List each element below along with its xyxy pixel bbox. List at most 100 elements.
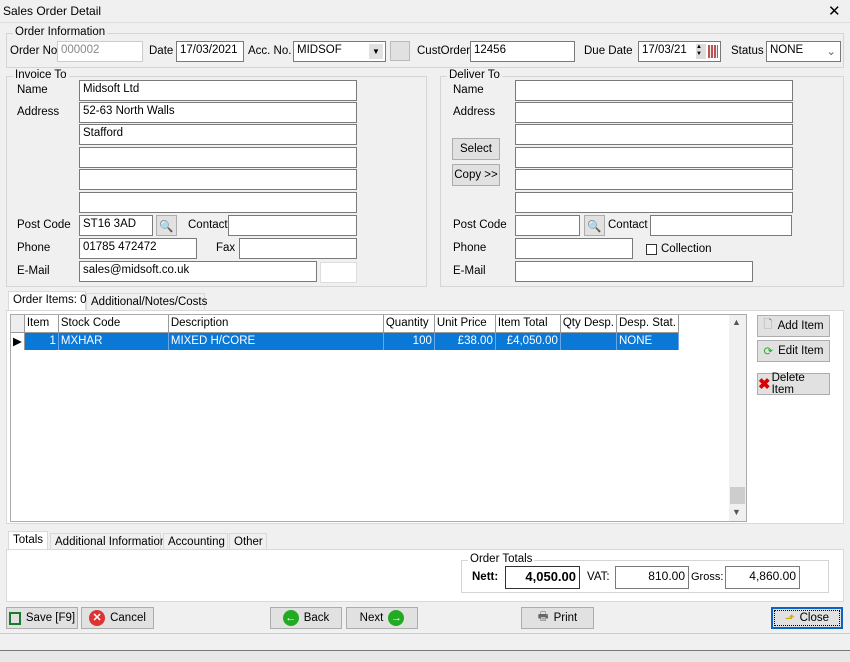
arrow-left-icon: ← [282, 610, 299, 626]
window-title: Sales Order Detail [3, 4, 102, 18]
cancel-button[interactable]: ✕ Cancel [81, 607, 154, 629]
invoice-contact-field[interactable] [228, 215, 357, 236]
status-label: Status [731, 45, 764, 57]
search-icon[interactable]: 🔍 [156, 215, 177, 236]
add-item-label: Add Item [777, 320, 824, 332]
print-button[interactable]: 🖶 Print [521, 607, 594, 629]
invoice-address-4[interactable] [79, 169, 357, 190]
tab-totals[interactable]: Totals [8, 531, 48, 551]
phone-label: Phone [17, 242, 51, 254]
delete-item-button[interactable]: ✖ Delete Item [757, 372, 830, 396]
status-select[interactable]: NONE ⌄ [766, 41, 841, 62]
order-no-label: Order No. [10, 45, 61, 57]
next-button[interactable]: Next → [346, 607, 418, 629]
postcode-label: Post Code [453, 219, 507, 231]
close-button[interactable]: ⬏ Close [771, 607, 843, 629]
deliver-email-field[interactable] [515, 261, 753, 282]
deliver-address-2[interactable] [515, 124, 793, 145]
edit-item-label: Edit Item [778, 345, 824, 357]
date-field[interactable]: 17/03/2021 [176, 41, 244, 62]
column-header[interactable]: Item [24, 315, 59, 333]
add-item-button[interactable]: 🗋 Add Item [757, 315, 830, 337]
deliver-name-field[interactable] [515, 80, 793, 101]
collection-label: Collection [661, 243, 712, 255]
deliver-postcode-field[interactable] [515, 215, 580, 236]
invoice-email-field[interactable]: sales@midsoft.co.uk [79, 261, 317, 282]
table-cell[interactable]: £4,050.00 [495, 332, 561, 350]
table-cell[interactable]: £38.00 [434, 332, 496, 350]
edit-document-icon: ⟳ [763, 346, 774, 358]
invoice-address-3[interactable] [79, 147, 357, 168]
scroll-up-icon[interactable]: ▲ [732, 317, 741, 327]
group-title: Invoice To [13, 69, 69, 81]
date-label: Date [149, 45, 174, 57]
column-header[interactable]: Desp. Stat. [616, 315, 679, 333]
select-button[interactable]: Select [452, 138, 500, 160]
invoice-address-2[interactable]: Stafford [79, 124, 357, 145]
table-cell[interactable]: 1 [24, 332, 59, 350]
table-row[interactable]: ▶ 1 MXHAR MIXED H/CORE 100 £38.00 £4,050.00 NON… [11, 332, 679, 350]
items-grid[interactable]: Item Stock Code Description Quantity Unit Pr… [10, 314, 747, 522]
spin-icon[interactable]: ▲ ▼ [696, 44, 706, 59]
name-label: Name [453, 84, 484, 96]
scrollbar-thumb[interactable] [730, 487, 745, 504]
collection-checkbox[interactable] [646, 244, 657, 255]
table-cell[interactable]: NONE [616, 332, 679, 350]
invoice-postcode-field[interactable]: ST16 3AD [79, 215, 153, 236]
scroll-down-icon[interactable]: ▼ [732, 507, 741, 517]
invoice-phone-field[interactable]: 01785 472472 [79, 238, 197, 259]
table-cell[interactable]: 100 [383, 332, 435, 350]
status-divider [0, 633, 850, 634]
postcode-label: Post Code [17, 219, 71, 231]
order-no-field[interactable]: 000002 [57, 41, 143, 62]
table-cell[interactable]: MIXED H/CORE [168, 332, 384, 350]
document-icon: 🗋 [763, 318, 773, 331]
invoice-address-5[interactable] [79, 192, 357, 213]
cancel-label: Cancel [110, 612, 146, 624]
chevron-down-icon: ⌄ [826, 46, 836, 58]
column-header[interactable]: Qty Desp. [560, 315, 618, 333]
due-date-field[interactable]: 17/03/21 ▲ ▼ [638, 41, 721, 62]
deliver-contact-field[interactable] [650, 215, 792, 236]
table-cell[interactable]: MXHAR [58, 332, 169, 350]
tab-additional-notes-costs[interactable]: Additional/Notes/Costs [86, 293, 207, 311]
custorder-label: CustOrder [417, 45, 471, 57]
deliver-address-5[interactable] [515, 192, 793, 213]
invoice-fax-field[interactable] [239, 238, 357, 259]
invoice-address-1[interactable]: 52-63 North Walls [79, 102, 357, 123]
contact-label: Contact [188, 219, 228, 231]
address-label: Address [17, 106, 60, 118]
invoice-name-field[interactable]: Midsoft Ltd [79, 80, 357, 101]
due-date-value: 17/03/21 [642, 44, 687, 56]
search-icon[interactable]: 🔍 [584, 215, 605, 236]
deliver-phone-field[interactable] [515, 238, 633, 259]
email-button[interactable] [320, 262, 357, 283]
vertical-scrollbar[interactable]: ▲ ▼ [729, 315, 746, 521]
edit-item-button[interactable]: ⟳ Edit Item [757, 340, 830, 362]
chevron-down-icon[interactable]: ▼ [369, 44, 383, 59]
acc-no-value: MIDSOF [297, 44, 342, 56]
acc-lookup-button[interactable] [390, 41, 410, 61]
column-header[interactable]: Item Total [495, 315, 561, 333]
custorder-field[interactable]: 12456 [470, 41, 575, 62]
column-header[interactable]: Stock Code [58, 315, 169, 333]
group-title: Order Information [13, 26, 108, 38]
gross-field: 4,860.00 [725, 566, 800, 589]
column-header[interactable]: Description [168, 315, 384, 333]
deliver-address-3[interactable] [515, 147, 793, 168]
deliver-address-1[interactable] [515, 102, 793, 123]
close-icon[interactable]: ✕ [828, 2, 841, 20]
acc-no-select[interactable]: MIDSOF ▼ [293, 41, 386, 62]
print-label: Print [553, 612, 578, 624]
column-header[interactable]: Unit Price [434, 315, 496, 333]
tab-order-items[interactable]: Order Items: 0 [8, 291, 87, 311]
table-cell[interactable] [560, 332, 618, 350]
status-value: NONE [770, 44, 804, 56]
save-button[interactable]: Save [F9] [6, 607, 78, 629]
column-header[interactable]: Quantity [383, 315, 435, 333]
back-button[interactable]: ← Back [270, 607, 342, 629]
close-label: Close [799, 612, 830, 624]
copy-button[interactable]: Copy >> [452, 164, 500, 186]
calendar-icon[interactable] [708, 45, 718, 58]
deliver-address-4[interactable] [515, 169, 793, 190]
